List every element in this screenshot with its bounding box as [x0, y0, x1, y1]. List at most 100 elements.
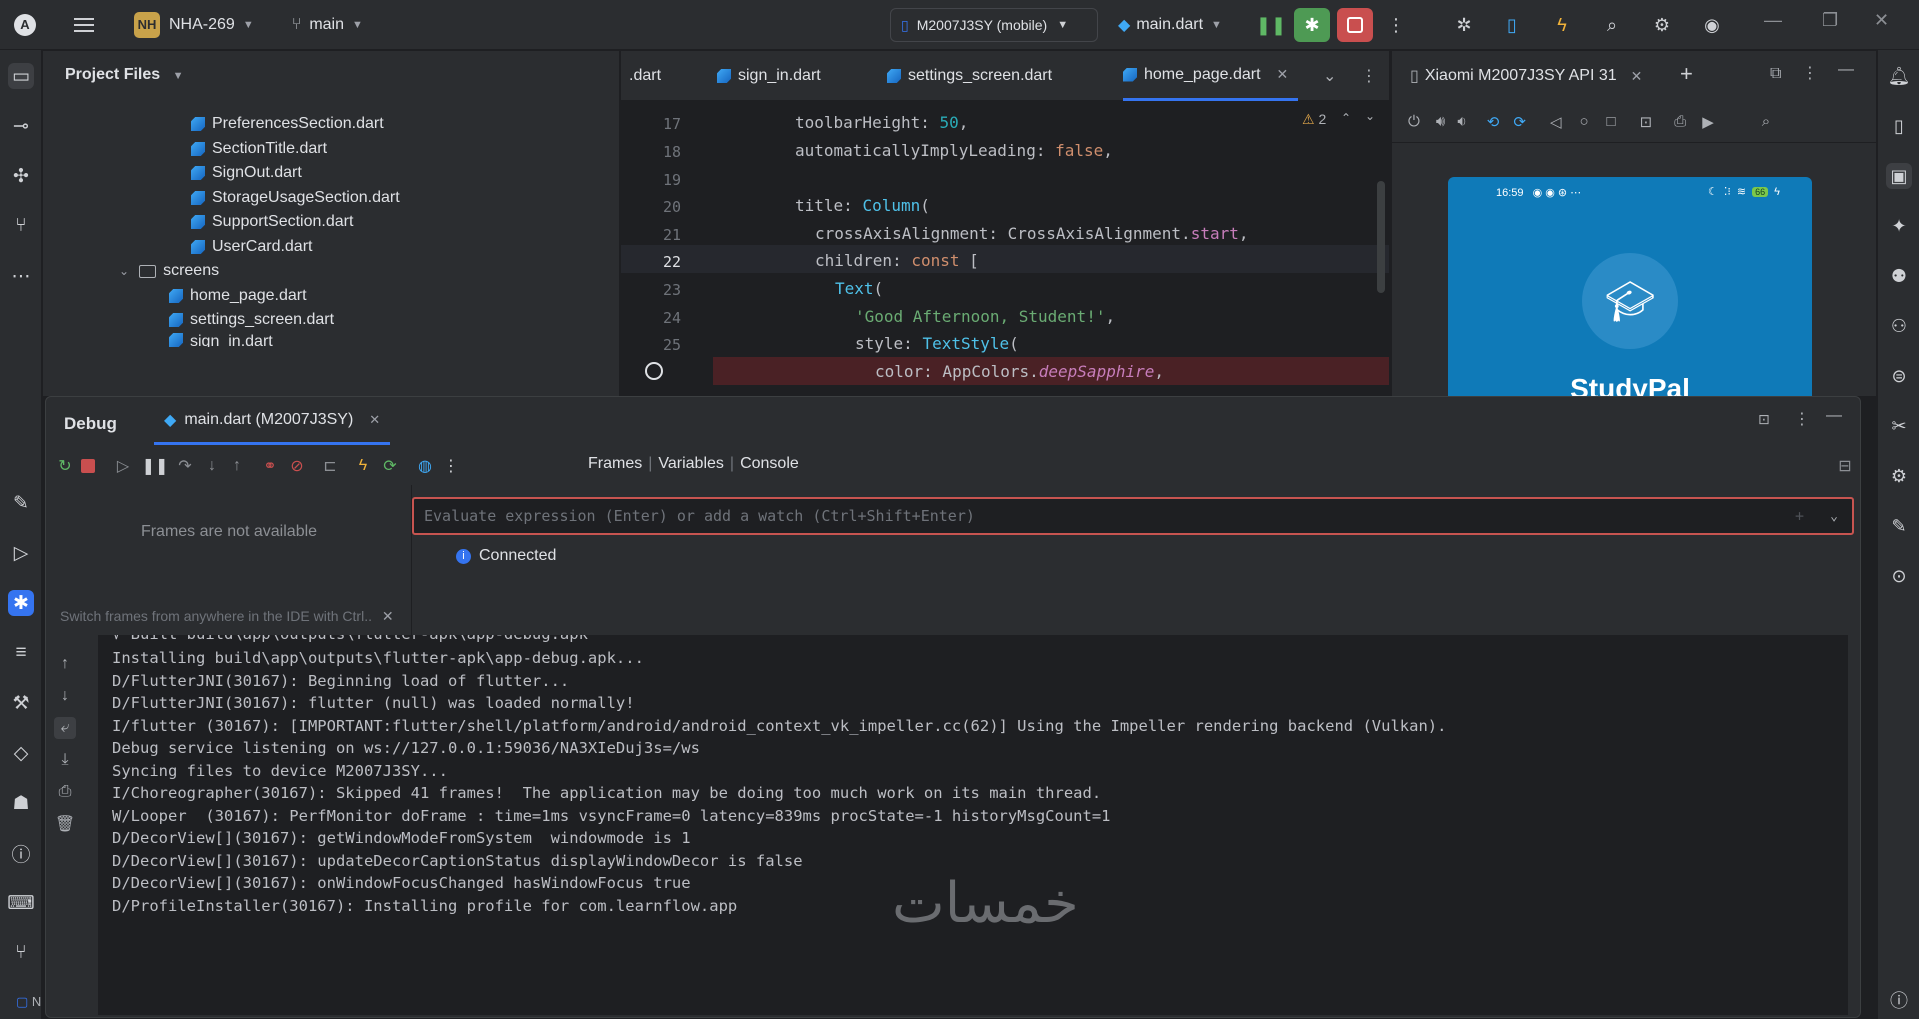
close-tab-icon[interactable]: ✕ [369, 412, 380, 428]
more-options-icon[interactable]: ⋮ [1794, 409, 1810, 429]
overview-icon[interactable]: □ [1607, 113, 1616, 130]
screen-mirror-icon[interactable]: ⊡ [1640, 113, 1653, 131]
minimize-window-icon[interactable]: — [1764, 10, 1782, 31]
status-bar-indicator[interactable]: ▢ N [16, 994, 41, 1010]
editor-scrollbar[interactable] [1377, 181, 1385, 293]
soft-wrap-icon[interactable]: ⤶ [54, 717, 76, 739]
screenshot-icon[interactable]: ⎙ [1674, 113, 1686, 130]
zoom-icon[interactable]: ⌕ [1762, 113, 1770, 130]
rotate-left-icon[interactable]: ⟲ [1487, 113, 1500, 131]
tab-variables[interactable]: Variables [658, 455, 724, 473]
tree-item[interactable]: UserCard.dart [191, 235, 312, 259]
restore-layout-icon[interactable]: ⊡ [1758, 411, 1770, 428]
debug-bug-icon[interactable]: ✱ [1294, 8, 1330, 42]
flutter-inspector-icon[interactable]: ✎ [8, 490, 34, 516]
device-selector[interactable]: ▯ M2007J3SY (mobile) ▼ [890, 8, 1098, 42]
tree-item[interactable]: sign_in.dart [169, 333, 273, 347]
run-icon[interactable]: ▷ [8, 540, 34, 566]
more-debug-actions-icon[interactable]: ⋮ [440, 455, 462, 477]
tab-frames[interactable]: Frames [588, 455, 642, 473]
tab-sign-in[interactable]: sign_in.dart [717, 51, 821, 101]
console-output[interactable]: √ Built build\app\outputs\flutter-apk\ap… [98, 635, 1848, 1015]
close-hint-icon[interactable]: ✕ [382, 608, 394, 624]
view-breakpoints-icon[interactable]: ⚭ [259, 455, 281, 477]
tab-console[interactable]: Console [740, 455, 799, 473]
devtools-icon[interactable]: ◍ [414, 455, 436, 477]
restore-frame-icon[interactable]: ⊏ [319, 455, 341, 477]
emulator-tab[interactable]: ▯ Xiaomi M2007J3SY API 31 ✕ [1410, 66, 1642, 86]
notifications-icon[interactable]: 🔔︎ [1886, 63, 1912, 89]
tree-item[interactable]: settings_screen.dart [169, 308, 334, 332]
screen-record-icon[interactable]: ▶ [1702, 113, 1714, 131]
layout-settings-icon[interactable]: ⊟ [1834, 455, 1856, 477]
add-watch-icon[interactable]: + [1795, 507, 1804, 525]
rotate-right-icon[interactable]: ⟳ [1513, 113, 1526, 131]
tree-item[interactable]: PreferencesSection.dart [191, 112, 384, 136]
code-editor[interactable]: 17 18 19 20 21 22 23 24 25 toolbarHeight… [621, 101, 1389, 396]
hot-restart-icon[interactable]: ⟳ [379, 455, 401, 477]
flutter-performance-icon[interactable]: ✂ [1886, 413, 1912, 439]
scroll-down-icon[interactable]: ↓ [54, 685, 76, 707]
edit-icon[interactable]: ✎ [1886, 513, 1912, 539]
gradle-icon[interactable]: ⚙ [1886, 463, 1912, 489]
device-explorer-icon[interactable]: ▯ [1886, 113, 1912, 139]
api-icon[interactable]: ⊜ [1886, 363, 1912, 389]
hot-reload-icon[interactable]: ϟ [1544, 8, 1580, 42]
hot-reload-icon[interactable]: ϟ [352, 455, 374, 477]
version-control-icon[interactable]: ⑂ [8, 940, 34, 966]
rerun-icon[interactable]: ↻ [54, 455, 76, 477]
project-panel-title[interactable]: Project Files ▼ [65, 66, 184, 84]
volume-down-icon[interactable]: 🔉︎ [1457, 113, 1466, 130]
close-tab-icon[interactable]: ✕ [1277, 66, 1289, 83]
gemini-icon[interactable]: ✦ [1886, 213, 1912, 239]
layout-inspector-icon[interactable]: ⊙ [1886, 563, 1912, 589]
pause-icon[interactable]: ❚❚ [142, 455, 169, 477]
step-over-icon[interactable]: ↷ [174, 455, 196, 477]
logcat-icon[interactable]: ≡ [8, 640, 34, 666]
mute-breakpoints-icon[interactable]: ⊘ [286, 455, 308, 477]
info-icon[interactable]: ⓘ [1886, 987, 1912, 1013]
add-device-icon[interactable]: + [1680, 61, 1693, 87]
commit-icon[interactable]: ⊸ [8, 113, 34, 139]
more-tools-icon[interactable]: ⋯ [8, 263, 34, 289]
android-studio-logo[interactable]: A [14, 13, 36, 36]
main-menu-icon[interactable] [74, 14, 94, 36]
project-badge[interactable]: NH [134, 11, 160, 38]
pause-app-icon[interactable]: ❚❚ [1253, 8, 1289, 42]
minimize-panel-icon[interactable]: — [1826, 407, 1842, 425]
chevron-down-icon[interactable]: ⌄ [1830, 509, 1838, 524]
problems-icon[interactable]: ⓘ [8, 840, 34, 866]
open-external-icon[interactable]: ⧉ [1770, 65, 1781, 83]
more-actions-icon[interactable]: ⋮ [1378, 8, 1414, 42]
volume-up-icon[interactable]: 🔊︎ [1436, 113, 1445, 130]
power-icon[interactable]: ⏻ [1408, 113, 1420, 130]
back-icon[interactable]: ◁ [1550, 113, 1562, 131]
close-window-icon[interactable]: ✕ [1874, 10, 1889, 31]
tree-item[interactable]: StorageUsageSection.dart [191, 186, 400, 210]
project-folder-icon[interactable]: ▭ [8, 63, 34, 89]
device-mirroring-icon[interactable]: ⚇ [1886, 313, 1912, 339]
tab-home-page[interactable]: home_page.dart ✕ [1123, 51, 1299, 101]
attach-debugger-icon[interactable]: ✲ [1446, 8, 1482, 42]
warning-indicator[interactable]: ⚠ 2 [1302, 111, 1326, 128]
tab-list-chevron-icon[interactable]: ⌄ [1323, 51, 1336, 101]
device-screen[interactable]: 16:59 ◉ ◉ ⊛ ⋯ ☾ ⁚⁝ ≋ 66 ϟ 🎓︎ StudyPal [1448, 177, 1812, 397]
app-inspection-icon[interactable]: ☗ [8, 790, 34, 816]
scroll-up-icon[interactable]: ↑ [54, 653, 76, 675]
tree-item[interactable]: SectionTitle.dart [191, 137, 327, 161]
evaluate-expression-input[interactable]: Evaluate expression (Enter) or add a wat… [412, 497, 1854, 535]
tab-dart[interactable]: .dart [629, 51, 661, 101]
app-quality-icon[interactable]: ◇ [8, 740, 34, 766]
tab-more-icon[interactable]: ⋮ [1361, 51, 1377, 101]
project-selector[interactable]: NHA-269 ▼ [169, 16, 254, 34]
tree-item[interactable]: SupportSection.dart [191, 210, 353, 234]
flutter-devtools-icon[interactable]: ⚉ [1886, 263, 1912, 289]
running-devices-icon[interactable]: ▣ [1886, 163, 1912, 189]
debug-session-tab[interactable]: ◆ main.dart (M2007J3SY) ✕ [154, 397, 391, 445]
settings-gear-icon[interactable]: ⚙ [1644, 8, 1680, 42]
device-manager-icon[interactable]: ▯ [1494, 8, 1530, 42]
scroll-to-end-icon[interactable]: ⤓ [54, 749, 76, 771]
resume-icon[interactable]: ▷ [112, 455, 134, 477]
terminal-icon[interactable]: ⌨ [7, 890, 34, 916]
tree-item[interactable]: home_page.dart [169, 284, 307, 308]
